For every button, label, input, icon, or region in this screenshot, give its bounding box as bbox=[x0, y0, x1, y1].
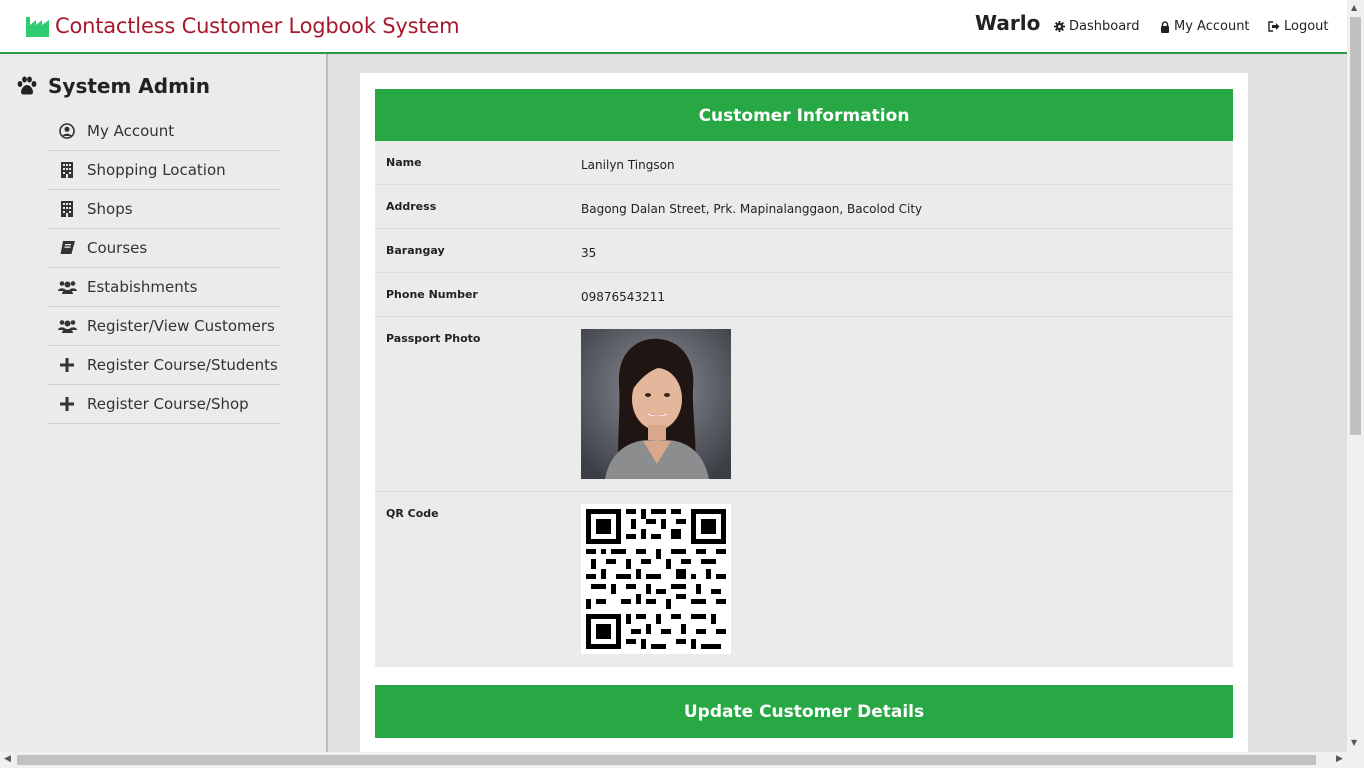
scroll-left-arrow-icon[interactable]: ◀ bbox=[4, 754, 11, 764]
lock-icon bbox=[1161, 20, 1169, 33]
scroll-right-arrow-icon[interactable]: ▶ bbox=[1336, 754, 1343, 764]
sidebar-menu: My Account Shopping Location Shops Cours… bbox=[48, 112, 280, 424]
barangay-label: Barangay bbox=[386, 244, 445, 257]
vertical-scroll-thumb[interactable] bbox=[1350, 17, 1361, 435]
brand[interactable]: Contactless Customer Logbook System bbox=[26, 14, 460, 38]
sidebar: System Admin My Account Shopping Locatio… bbox=[0, 54, 328, 752]
sidebar-item-my-account[interactable]: My Account bbox=[48, 112, 280, 151]
gear-icon bbox=[1054, 21, 1065, 32]
qr-label: QR Code bbox=[386, 507, 439, 520]
sidebar-item-register-view-customers[interactable]: Register/View Customers bbox=[48, 307, 280, 346]
customer-info-table: Name Lanilyn Tingson Address Bagong Dala… bbox=[375, 141, 1233, 667]
info-row-qr: QR Code bbox=[375, 492, 1233, 667]
sidebar-item-courses[interactable]: Courses bbox=[48, 229, 280, 268]
sidebar-item-label: Register Course/Shop bbox=[87, 395, 249, 413]
sidebar-item-label: My Account bbox=[87, 122, 175, 140]
logout-icon bbox=[1268, 21, 1280, 32]
book-icon bbox=[55, 241, 79, 255]
phone-value: 09876543211 bbox=[581, 290, 665, 304]
nav-logout-label: Logout bbox=[1284, 19, 1329, 34]
sidebar-item-shops[interactable]: Shops bbox=[48, 190, 280, 229]
sidebar-item-label: Shopping Location bbox=[87, 161, 226, 179]
nav-account-label: My Account bbox=[1174, 19, 1250, 34]
nav-dashboard-label: Dashboard bbox=[1069, 19, 1140, 34]
main-content: Customer Information Name Lanilyn Tingso… bbox=[360, 73, 1248, 753]
user-circle-icon bbox=[55, 123, 79, 139]
horizontal-scrollbar[interactable]: ◀ ▶ bbox=[0, 752, 1364, 768]
sidebar-item-label: Register Course/Students bbox=[87, 356, 278, 374]
top-navbar: Contactless Customer Logbook System Warl… bbox=[0, 0, 1347, 54]
sidebar-header: System Admin bbox=[16, 74, 210, 98]
current-user: Warlo bbox=[975, 11, 1041, 35]
info-row-barangay: Barangay 35 bbox=[375, 229, 1233, 273]
info-row-photo: Passport Photo bbox=[375, 317, 1233, 492]
plus-icon bbox=[55, 358, 79, 372]
nav-logout-link[interactable]: Logout bbox=[1268, 19, 1329, 34]
barangay-value: 35 bbox=[581, 246, 597, 260]
users-icon bbox=[55, 319, 79, 333]
sidebar-item-register-course-students[interactable]: Register Course/Students bbox=[48, 346, 280, 385]
sidebar-item-register-course-shop[interactable]: Register Course/Shop bbox=[48, 385, 280, 424]
sidebar-item-label: Register/View Customers bbox=[87, 317, 275, 335]
sidebar-item-establishments[interactable]: Estabishments bbox=[48, 268, 280, 307]
info-row-address: Address Bagong Dalan Street, Prk. Mapina… bbox=[375, 185, 1233, 229]
building-icon bbox=[55, 201, 79, 217]
building-icon bbox=[55, 162, 79, 178]
sidebar-item-shopping-location[interactable]: Shopping Location bbox=[48, 151, 280, 190]
users-icon bbox=[55, 280, 79, 294]
sidebar-item-label: Shops bbox=[87, 200, 133, 218]
address-value: Bagong Dalan Street, Prk. Mapinalanggaon… bbox=[581, 202, 923, 216]
horizontal-scroll-thumb[interactable] bbox=[17, 755, 1316, 765]
plus-icon bbox=[55, 397, 79, 411]
customer-info-heading: Customer Information bbox=[375, 89, 1233, 142]
factory-icon bbox=[26, 17, 49, 37]
name-label: Name bbox=[386, 156, 422, 169]
vertical-scrollbar[interactable]: ▲ ▼ bbox=[1347, 0, 1364, 752]
paw-icon bbox=[17, 76, 37, 95]
info-row-name: Name Lanilyn Tingson bbox=[375, 141, 1233, 185]
photo-label: Passport Photo bbox=[386, 332, 481, 345]
name-value: Lanilyn Tingson bbox=[581, 158, 675, 172]
sidebar-item-label: Estabishments bbox=[87, 278, 198, 296]
update-details-heading: Update Customer Details bbox=[375, 685, 1233, 738]
sidebar-item-label: Courses bbox=[87, 239, 148, 257]
nav-account-link[interactable]: My Account bbox=[1160, 19, 1250, 34]
passport-photo bbox=[581, 329, 731, 479]
scroll-down-arrow-icon[interactable]: ▼ bbox=[1351, 738, 1357, 747]
nav-dashboard-link[interactable]: Dashboard bbox=[1054, 19, 1140, 34]
app-title: Contactless Customer Logbook System bbox=[55, 14, 460, 38]
sidebar-title: System Admin bbox=[48, 74, 211, 98]
address-label: Address bbox=[386, 200, 437, 213]
phone-label: Phone Number bbox=[386, 288, 478, 301]
info-row-phone: Phone Number 09876543211 bbox=[375, 273, 1233, 317]
scroll-up-arrow-icon[interactable]: ▲ bbox=[1351, 3, 1357, 12]
qr-code bbox=[581, 504, 731, 654]
